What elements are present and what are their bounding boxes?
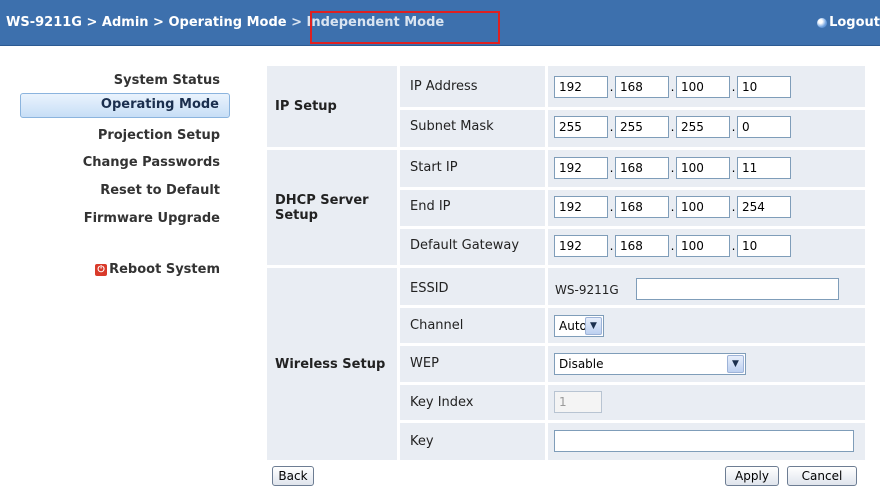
- ip-address-octet-2[interactable]: 168: [615, 76, 669, 98]
- subnet-mask-octet-1[interactable]: 255: [554, 116, 608, 138]
- gateway-octet-3[interactable]: 100: [676, 235, 730, 257]
- ip-address-field: 192. 168. 100. 10: [554, 76, 791, 98]
- cancel-button[interactable]: Cancel: [787, 466, 857, 486]
- channel-select[interactable]: Auto ▼: [554, 315, 604, 337]
- settings-panel: IP Setup DHCP Server Setup Wireless Setu…: [267, 66, 865, 460]
- sidebar: System Status Operating Mode Projection …: [0, 46, 240, 488]
- wep-value: Disable: [559, 357, 604, 371]
- subnet-mask-field: 255. 255. 255. 0: [554, 116, 791, 138]
- back-button[interactable]: Back: [272, 466, 314, 486]
- gateway-octet-2[interactable]: 168: [615, 235, 669, 257]
- subnet-mask-octet-3[interactable]: 255: [676, 116, 730, 138]
- start-ip-octet-1[interactable]: 192: [554, 157, 608, 179]
- row-divider: [397, 343, 865, 346]
- essid-label: ESSID: [410, 281, 449, 296]
- gateway-octet-4[interactable]: 10: [737, 235, 791, 257]
- end-ip-octet-4[interactable]: 254: [737, 196, 791, 218]
- default-gateway-field: 192. 168. 100. 10: [554, 235, 791, 257]
- row-divider: [397, 382, 865, 385]
- top-bar: WS-9211G > Admin > Operating Mode > Inde…: [0, 0, 880, 46]
- chevron-down-icon: ▼: [585, 317, 602, 335]
- chevron-down-icon: ▼: [727, 355, 744, 373]
- row-divider: [397, 420, 865, 423]
- wep-label: WEP: [410, 356, 439, 371]
- end-ip-field: 192. 168. 100. 254: [554, 196, 791, 218]
- sidebar-item-projection-setup[interactable]: Projection Setup: [20, 123, 230, 148]
- sidebar-item-firmware-upgrade[interactable]: Firmware Upgrade: [20, 206, 230, 231]
- start-ip-field: 192. 168. 100. 11: [554, 157, 791, 179]
- start-ip-octet-4[interactable]: 11: [737, 157, 791, 179]
- sidebar-item-system-status[interactable]: System Status: [20, 68, 230, 93]
- breadcrumb-admin[interactable]: Admin: [102, 15, 149, 30]
- end-ip-label: End IP: [410, 199, 451, 214]
- essid-input[interactable]: [636, 278, 839, 300]
- default-gateway-label: Default Gateway: [410, 238, 520, 253]
- ip-address-octet-3[interactable]: 100: [676, 76, 730, 98]
- subnet-mask-octet-2[interactable]: 255: [615, 116, 669, 138]
- row-divider: [397, 305, 865, 308]
- end-ip-octet-3[interactable]: 100: [676, 196, 730, 218]
- sidebar-item-change-passwords[interactable]: Change Passwords: [20, 150, 230, 175]
- end-ip-octet-1[interactable]: 192: [554, 196, 608, 218]
- key-input[interactable]: [554, 430, 854, 452]
- logout-label: Logout: [829, 15, 880, 30]
- ip-address-label: IP Address: [410, 79, 478, 94]
- key-label: Key: [410, 434, 434, 449]
- wep-select[interactable]: Disable ▼: [554, 353, 746, 375]
- essid-prefix: WS-9211G: [555, 283, 619, 297]
- key-index-label: Key Index: [410, 395, 474, 410]
- logout-icon: [817, 17, 828, 28]
- subnet-mask-label: Subnet Mask: [410, 119, 494, 134]
- gateway-octet-1[interactable]: 192: [554, 235, 608, 257]
- apply-button[interactable]: Apply: [725, 466, 779, 486]
- sidebar-item-reset-to-default[interactable]: Reset to Default: [20, 178, 230, 203]
- ip-setup-heading: IP Setup: [275, 99, 337, 114]
- end-ip-octet-2[interactable]: 168: [615, 196, 669, 218]
- start-ip-label: Start IP: [410, 160, 458, 175]
- key-index-input[interactable]: 1: [554, 391, 602, 413]
- sidebar-item-reboot[interactable]: ⏻ Reboot System: [20, 257, 230, 282]
- dhcp-setup-heading: DHCP Server Setup: [275, 192, 369, 223]
- logout-link[interactable]: Logout: [817, 15, 880, 30]
- power-icon: ⏻: [95, 263, 108, 276]
- wireless-setup-heading: Wireless Setup: [275, 356, 386, 372]
- channel-value: Auto: [559, 319, 587, 333]
- row-divider: [397, 107, 865, 110]
- start-ip-octet-3[interactable]: 100: [676, 157, 730, 179]
- ip-address-octet-1[interactable]: 192: [554, 76, 608, 98]
- row-divider: [397, 187, 865, 190]
- subnet-mask-octet-4[interactable]: 0: [737, 116, 791, 138]
- highlight-annotation: [310, 11, 500, 44]
- sidebar-item-operating-mode[interactable]: Operating Mode: [20, 93, 230, 118]
- ip-address-octet-4[interactable]: 10: [737, 76, 791, 98]
- column-divider: [397, 66, 400, 460]
- start-ip-octet-2[interactable]: 168: [615, 157, 669, 179]
- channel-label: Channel: [410, 318, 464, 333]
- column-divider: [545, 66, 548, 460]
- breadcrumb-operating-mode[interactable]: Operating Mode: [168, 15, 286, 30]
- reboot-label: Reboot System: [109, 262, 220, 277]
- row-divider: [397, 226, 865, 229]
- breadcrumb-device: WS-9211G: [6, 15, 82, 30]
